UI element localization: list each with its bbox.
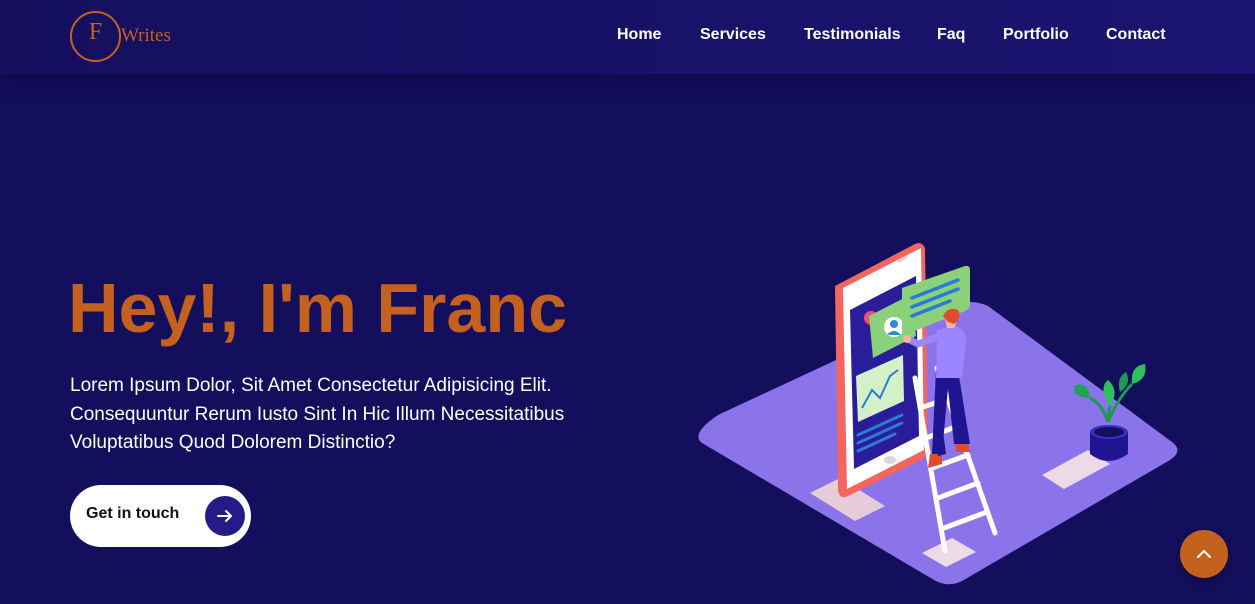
scroll-top-button[interactable] <box>1180 530 1228 578</box>
arrow-right-icon <box>205 496 245 536</box>
hero-description: Lorem Ipsum Dolor, Sit Amet Consectetur … <box>70 375 565 453</box>
hero-title: Hey!, I'm Franc <box>68 269 568 347</box>
nav-faq[interactable]: Faq <box>937 26 965 44</box>
hero-illustration <box>698 243 1178 585</box>
get-in-touch-button[interactable]: Get in touch <box>70 485 251 547</box>
main-nav: Home Services Testimonials Faq Portfolio… <box>0 26 1255 46</box>
nav-portfolio[interactable]: Portfolio <box>1003 26 1069 44</box>
nav-services[interactable]: Services <box>700 26 766 44</box>
get-in-touch-label: Get in touch <box>86 505 180 522</box>
chevron-up-icon <box>1197 550 1211 558</box>
nav-home[interactable]: Home <box>617 26 661 44</box>
nav-contact[interactable]: Contact <box>1106 26 1166 44</box>
nav-testimonials[interactable]: Testimonials <box>804 26 901 44</box>
site-header: F Writes Home Services Testimonials Faq … <box>0 0 1255 74</box>
